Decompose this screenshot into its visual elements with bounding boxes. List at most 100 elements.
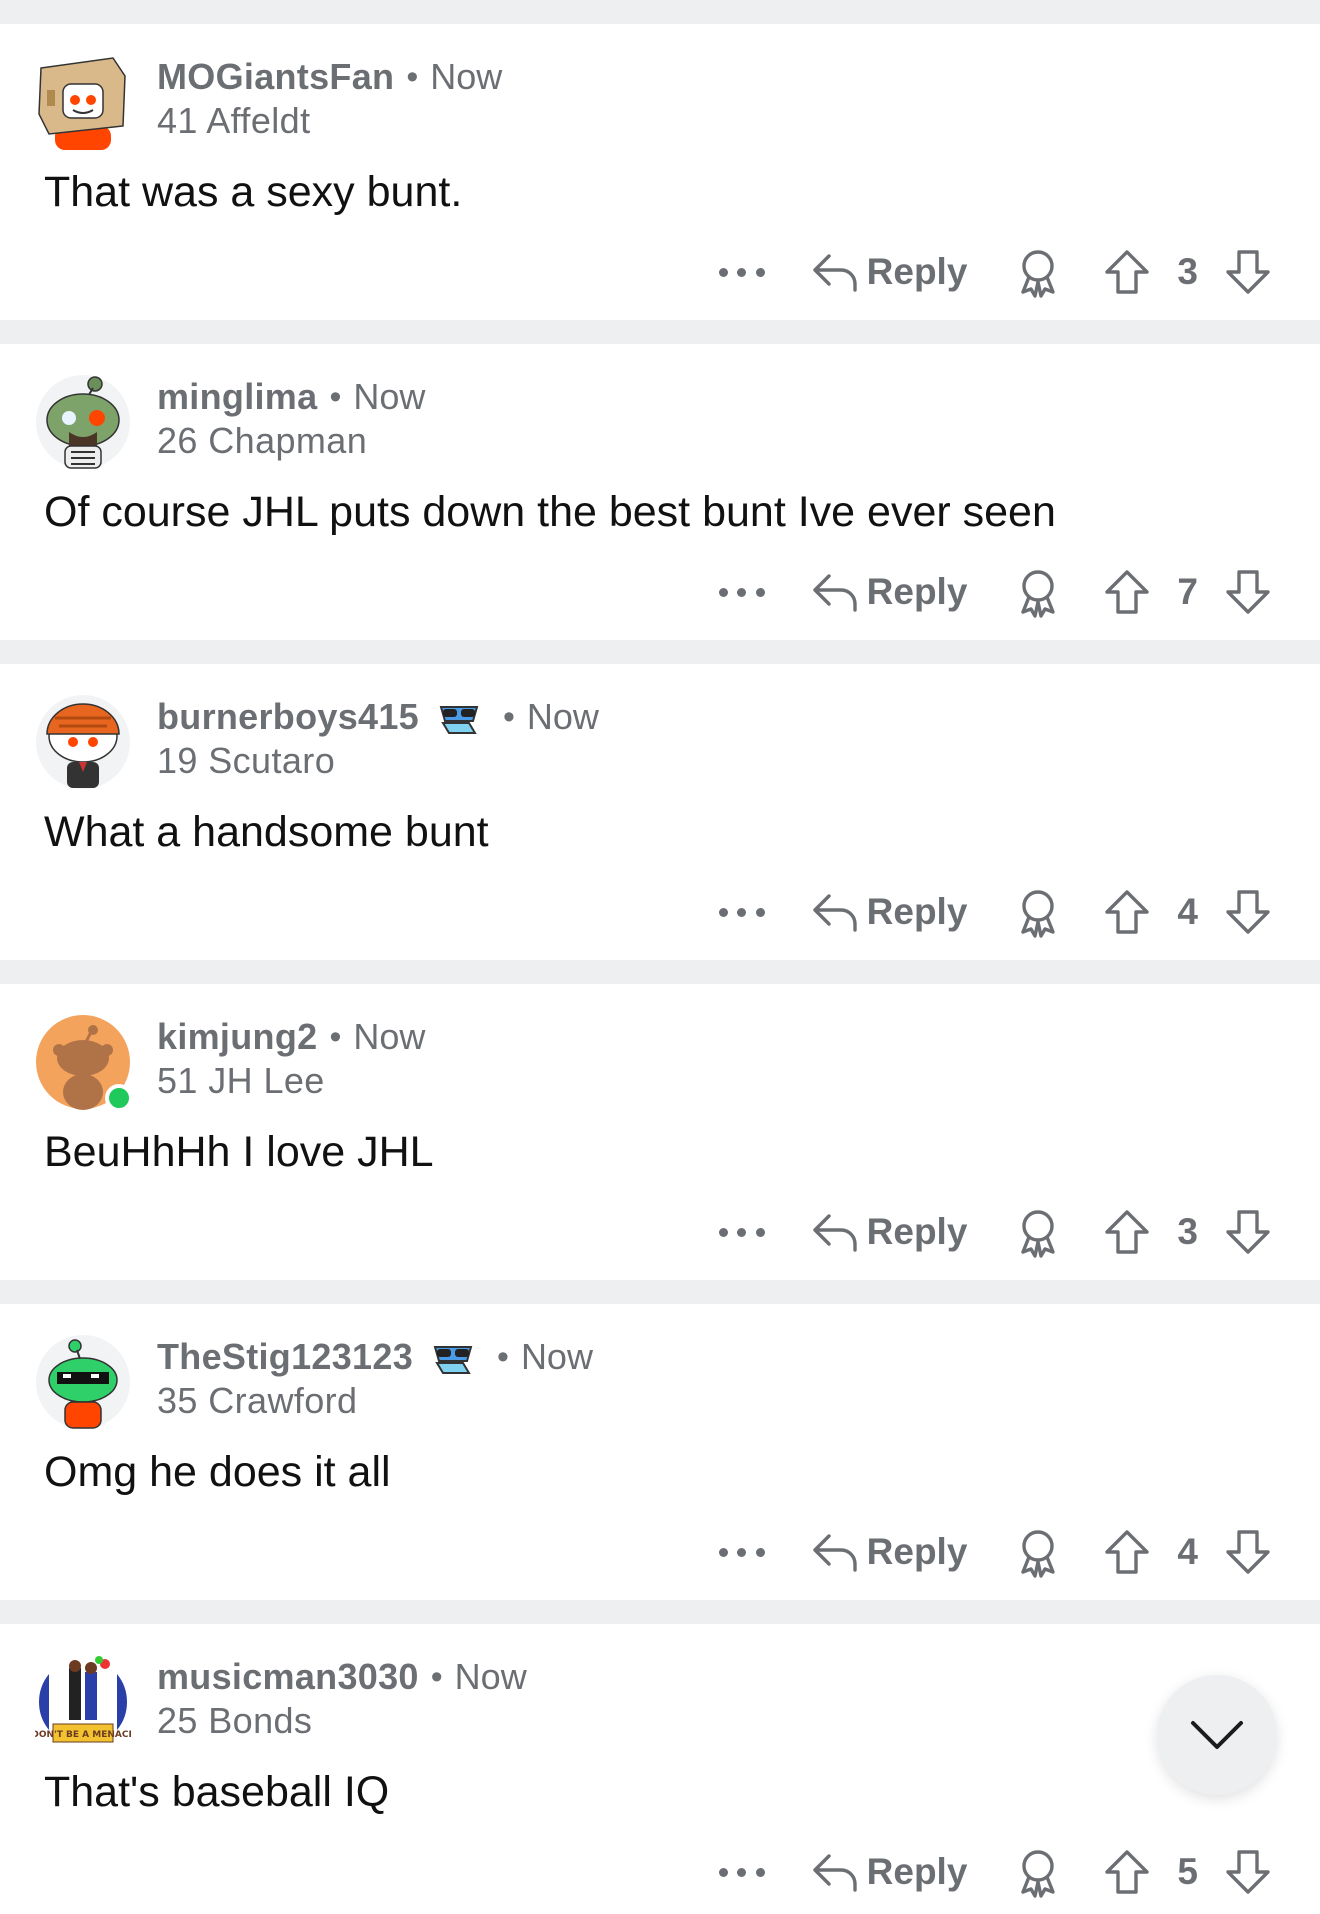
vote-score: 3	[1177, 251, 1198, 292]
reply-icon	[812, 1534, 857, 1572]
more-icon[interactable]	[718, 582, 765, 602]
reply-icon	[812, 1214, 857, 1252]
separator: •	[430, 1657, 443, 1696]
upvote-icon[interactable]	[1103, 568, 1151, 616]
reply-label: Reply	[866, 1211, 968, 1252]
username[interactable]: TheStig123123	[157, 1336, 413, 1378]
vote-control: 3	[1103, 1208, 1272, 1256]
comment-body: Of course JHL puts down the best bunt Iv…	[44, 488, 1056, 536]
more-icon[interactable]	[718, 1862, 765, 1882]
avatar[interactable]	[35, 1014, 133, 1112]
reply-button[interactable]: Reply	[811, 250, 968, 294]
svg-text:DON'T BE A MENACE: DON'T BE A MENACE	[35, 1730, 131, 1740]
vote-control: 7	[1103, 568, 1272, 616]
user-flair: 26 Chapman	[157, 420, 368, 461]
award-icon[interactable]	[1015, 566, 1061, 618]
timestamp: Now	[430, 56, 503, 97]
comment-actions: Reply 4	[718, 1522, 1272, 1582]
box-head-snoo-avatar-icon	[36, 55, 130, 150]
comment-actions: Reply 5	[718, 1842, 1272, 1902]
more-icon[interactable]	[718, 262, 765, 282]
zombie-snoo-avatar-icon	[36, 375, 130, 469]
timestamp: Now	[353, 1016, 426, 1057]
comment-feed: MOGiantsFan • Now 41 Affeldt That was a …	[0, 0, 1320, 1914]
comment: burnerboys415 • Now 19 Scutaro What a ha…	[0, 664, 1320, 960]
comment: TheStig123123 • Now 35 Crawford Omg he d…	[0, 1304, 1320, 1600]
more-icon[interactable]	[718, 902, 765, 922]
online-indicator	[105, 1084, 133, 1112]
dont-menace-avatar-icon: DON'T BE A MENACE	[35, 1655, 131, 1749]
upvote-icon[interactable]	[1103, 1528, 1151, 1576]
upvote-icon[interactable]	[1103, 248, 1151, 296]
vote-score: 4	[1177, 891, 1198, 932]
award-icon[interactable]	[1015, 1846, 1061, 1898]
more-icon[interactable]	[718, 1542, 765, 1562]
comment-actions: Reply 4	[718, 882, 1272, 942]
timestamp: Now	[526, 696, 599, 737]
avatar[interactable]: DON'T BE A MENACE	[35, 1654, 131, 1750]
badge-icon	[433, 1346, 473, 1374]
downvote-icon[interactable]	[1224, 1528, 1272, 1576]
reply-label: Reply	[866, 571, 968, 612]
comment-actions: Reply 3	[718, 242, 1272, 302]
downvote-icon[interactable]	[1224, 248, 1272, 296]
downvote-icon[interactable]	[1224, 568, 1272, 616]
reply-label: Reply	[866, 1851, 968, 1892]
username[interactable]: minglima	[157, 376, 317, 418]
reply-label: Reply	[866, 251, 968, 292]
reply-button[interactable]: Reply	[811, 570, 968, 614]
sunglasses-snoo-avatar-icon	[36, 1335, 130, 1429]
vote-score: 7	[1177, 571, 1198, 612]
upvote-icon[interactable]	[1103, 1848, 1151, 1896]
reply-icon	[812, 894, 857, 932]
downvote-icon[interactable]	[1224, 1208, 1272, 1256]
reply-button[interactable]: Reply	[811, 890, 968, 934]
user-flair: 35 Crawford	[157, 1380, 358, 1421]
award-icon[interactable]	[1015, 1206, 1061, 1258]
upvote-icon[interactable]	[1103, 888, 1151, 936]
timestamp: Now	[454, 1656, 527, 1697]
chevron-down-icon	[1191, 1721, 1243, 1749]
username[interactable]: kimjung2	[157, 1016, 317, 1058]
comment: kimjung2 • Now 51 JH Lee BeuHhHh I love …	[0, 984, 1320, 1280]
award-icon[interactable]	[1015, 886, 1061, 938]
avatar[interactable]	[35, 54, 131, 150]
vote-control: 5	[1103, 1848, 1272, 1896]
username[interactable]: musicman3030	[157, 1656, 419, 1698]
vote-control: 4	[1103, 888, 1272, 936]
avatar[interactable]	[35, 1334, 131, 1430]
separator: •	[329, 377, 342, 416]
award-icon[interactable]	[1015, 1526, 1061, 1578]
separator: •	[329, 1017, 342, 1056]
reply-button[interactable]: Reply	[811, 1530, 967, 1574]
comment: DON'T BE A MENACE musicman3030 • Now 25 …	[0, 1624, 1320, 1914]
scroll-down-button[interactable]	[1157, 1675, 1277, 1795]
avatar[interactable]	[35, 694, 131, 790]
user-flair: 25 Bonds	[157, 1700, 313, 1741]
reply-icon	[812, 254, 857, 292]
avatar[interactable]	[35, 374, 131, 470]
vote-score: 5	[1177, 1851, 1198, 1892]
upvote-icon[interactable]	[1103, 1208, 1151, 1256]
comment-body: Omg he does it all	[44, 1448, 391, 1496]
user-flair: 19 Scutaro	[157, 740, 336, 781]
username[interactable]: MOGiantsFan	[157, 56, 394, 98]
more-icon[interactable]	[718, 1222, 765, 1242]
reply-button[interactable]: Reply	[811, 1210, 968, 1254]
reply-label: Reply	[866, 891, 968, 932]
comment-actions: Reply 3	[718, 1202, 1272, 1262]
comment-body: That's baseball IQ	[44, 1768, 390, 1816]
user-flair: 41 Affeldt	[157, 100, 311, 141]
reply-icon	[812, 1854, 857, 1892]
comment: MOGiantsFan • Now 41 Affeldt That was a …	[0, 24, 1320, 320]
comment-body: BeuHhHh I love JHL	[44, 1128, 434, 1176]
username[interactable]: burnerboys415	[157, 696, 419, 738]
downvote-icon[interactable]	[1224, 888, 1272, 936]
separator: •	[406, 57, 419, 96]
reply-button[interactable]: Reply	[811, 1850, 968, 1894]
comment-body: That was a sexy bunt.	[44, 168, 463, 216]
downvote-icon[interactable]	[1224, 1848, 1272, 1896]
vote-control: 3	[1103, 248, 1272, 296]
user-flair: 51 JH Lee	[157, 1060, 325, 1101]
award-icon[interactable]	[1015, 246, 1061, 298]
